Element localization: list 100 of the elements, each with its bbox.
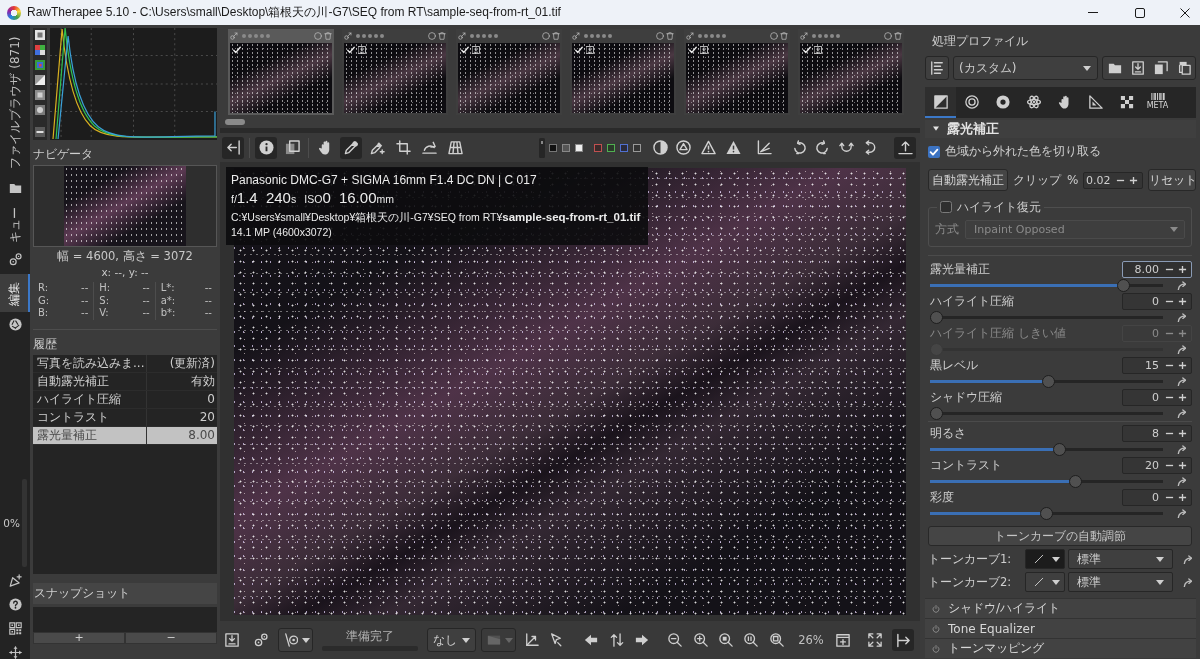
plus-icon[interactable] [1129,175,1139,185]
side-tab[interactable]: ファイルブラウザ (871) [0,27,30,177]
reset-arrow-icon[interactable] [1177,508,1186,518]
flip-vertical-icon[interactable] [839,140,854,155]
power-icon[interactable] [932,604,940,613]
circle-icon[interactable] [542,32,550,40]
tool-section-header[interactable]: Tone Equalizer [925,618,1196,638]
reset-arrow-icon[interactable] [1177,408,1186,418]
trash-icon[interactable] [894,32,902,40]
curve-dropdown[interactable]: 標準 [1068,549,1173,569]
circle-icon[interactable] [314,32,322,40]
corner-arrow-icon[interactable] [525,633,539,647]
star-rating[interactable] [356,34,384,38]
move-icon[interactable] [8,646,22,659]
thumbnail[interactable] [228,29,334,115]
plus-icon[interactable] [1178,360,1187,370]
outlined-square-icon[interactable] [607,143,615,152]
curve-type-button[interactable] [1025,572,1065,592]
power-icon[interactable] [932,644,940,653]
trash-icon[interactable] [324,32,332,40]
histogram-mode-icon[interactable] [35,30,45,40]
history-row[interactable]: ハイライト圧縮 0 [33,390,217,409]
paste-icon[interactable] [1176,61,1191,75]
thumbnail[interactable] [456,29,562,115]
outlined-square-icon[interactable] [594,143,602,152]
value-spinbox[interactable]: 20 [1122,456,1192,474]
fullscreen-icon[interactable] [868,633,882,647]
history-row[interactable]: 自動露光補正 有効 [33,372,217,391]
profile-dropdown[interactable]: (カスタム) [953,56,1098,80]
gears-icon[interactable] [254,633,268,647]
half-circle-icon[interactable] [653,140,668,155]
shade-dropdown[interactable] [481,628,516,652]
plus-icon[interactable] [1178,392,1187,402]
reset-arrow-icon[interactable] [1177,344,1186,354]
right-arrow-icon[interactable] [635,633,649,647]
value-spinbox[interactable]: 0 [1122,388,1192,406]
square-swatch-icon[interactable] [562,143,570,152]
tool-section-header[interactable]: トーンマッピング [925,638,1196,658]
circle-icon[interactable] [884,32,892,40]
square-swatch-icon[interactable] [549,143,557,152]
warning-icon[interactable] [726,140,741,155]
left-panel-toggle[interactable] [222,136,244,159]
profile-list-button[interactable] [925,56,949,80]
value-spinbox[interactable]: 0 [1122,292,1192,310]
pointer-arrow-icon[interactable] [549,633,563,647]
copy-icon[interactable] [1153,61,1168,75]
zoom-in-icon[interactable] [694,633,708,647]
slider-thumb[interactable] [1040,506,1053,520]
thumbnail[interactable] [684,29,790,115]
link-icon[interactable] [686,32,694,40]
circle-icon[interactable] [656,32,664,40]
thumbnail[interactable] [342,29,448,115]
rotate-right-icon[interactable] [815,140,830,155]
flip-horizontal-icon[interactable] [863,140,878,155]
plus-icon[interactable] [1178,264,1187,274]
right-panel-toggle[interactable] [892,629,914,651]
new-window-icon[interactable] [836,633,850,647]
side-tab[interactable]: 編集 [0,274,30,312]
folder-icon[interactable] [8,182,22,195]
star-rating[interactable] [470,34,498,38]
reset-arrow-icon[interactable] [1183,554,1192,564]
slider-thumb[interactable] [1042,374,1056,388]
reset-arrow-icon[interactable] [1177,376,1186,386]
star-rating[interactable] [242,34,270,38]
star-rating[interactable] [698,34,726,38]
star-rating[interactable] [584,34,612,38]
slider-thumb[interactable] [930,310,943,324]
curve-type-button[interactable] [1025,549,1065,569]
value-spinbox[interactable]: 15 [1122,356,1192,374]
tool-section-header[interactable]: シャドウ/ハイライト [925,598,1196,618]
outlined-square-icon[interactable] [620,143,628,152]
plus-icon[interactable] [1178,460,1187,470]
slider-thumb[interactable] [1053,442,1067,456]
checkbox[interactable] [928,145,940,158]
magnifier-square-icon[interactable] [770,633,784,647]
link-icon[interactable] [344,32,352,40]
help-icon[interactable] [8,598,22,611]
plus-icon[interactable] [1178,428,1187,438]
circle-icon[interactable] [428,32,436,40]
close-icon[interactable] [1180,7,1190,18]
history-row[interactable]: コントラスト 20 [33,408,217,427]
qr-code-icon[interactable] [8,622,22,635]
circle-icon[interactable] [770,32,778,40]
plus-icon[interactable] [1178,296,1187,306]
warning-outline-icon[interactable] [701,140,716,155]
auto-tone-curve-button[interactable]: トーンカーブの自動調節 [928,526,1192,546]
graph-icon[interactable] [757,140,772,155]
rotate-left-icon[interactable] [792,140,807,155]
trash-icon[interactable] [552,32,560,40]
clip-spinbox[interactable]: 0.02 [1083,171,1144,189]
folder-icon[interactable] [1107,61,1122,75]
slider-thumb[interactable] [1117,278,1130,292]
histogram-mode-icon[interactable] [35,105,45,115]
picker-tool-button[interactable] [340,136,362,159]
history-row[interactable]: 写真を読み込みま... (更新済) [33,354,217,373]
thumbnail[interactable] [570,29,676,115]
auto-exposure-button[interactable]: 自動露光補正 [928,169,1008,191]
trash-icon[interactable] [666,32,674,40]
link-icon[interactable] [458,32,466,40]
preview-dropdown[interactable] [278,628,313,652]
